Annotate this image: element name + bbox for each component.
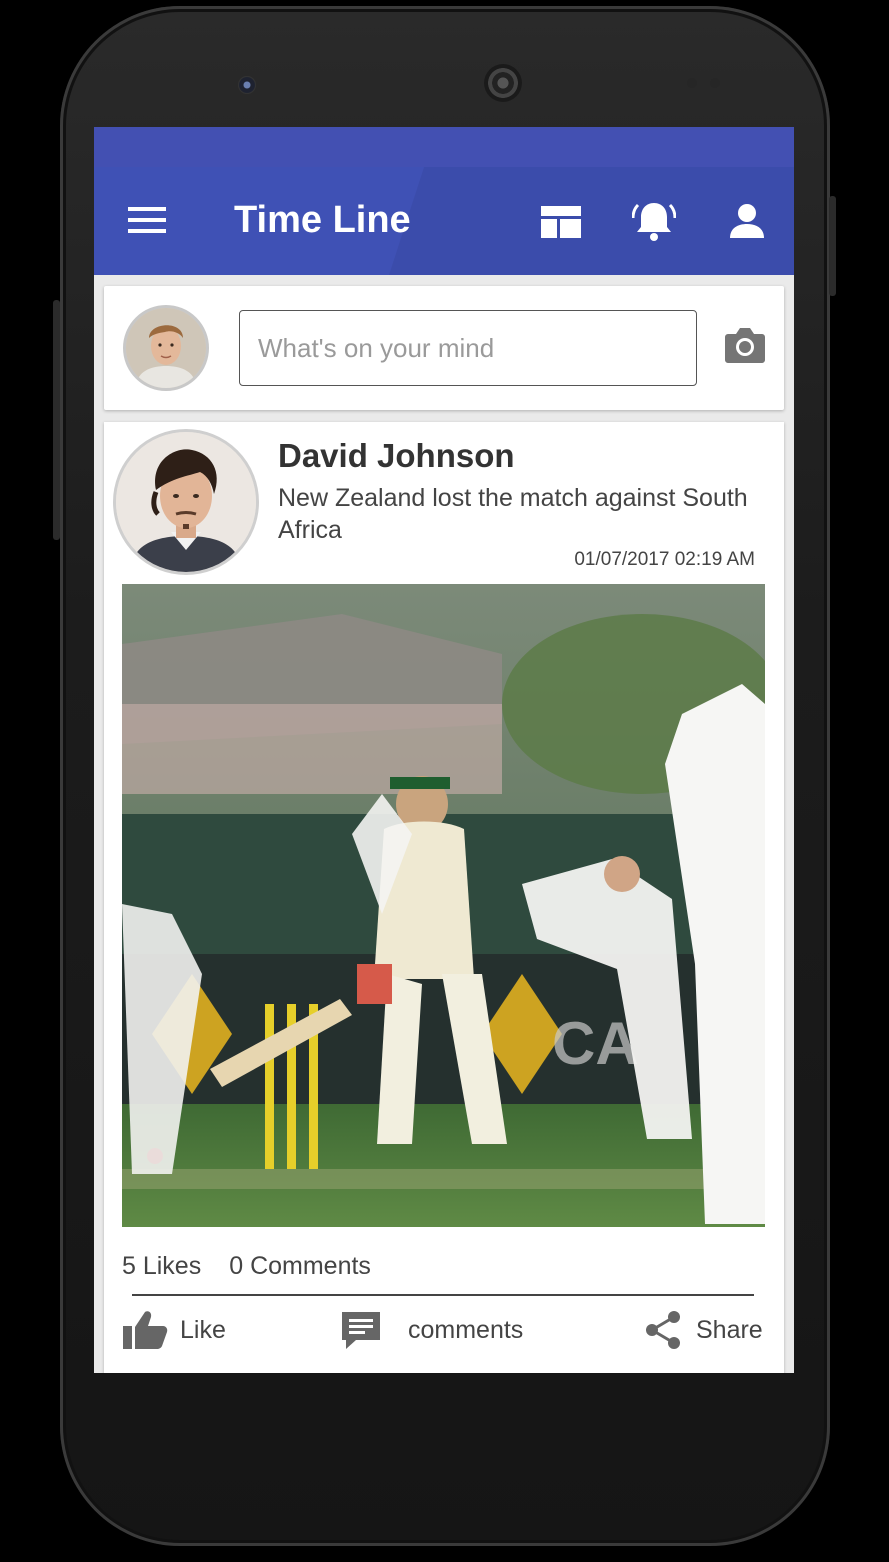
status-composer xyxy=(104,286,784,410)
like-button[interactable]: Like xyxy=(122,1310,226,1350)
current-user-avatar[interactable] xyxy=(123,305,209,391)
status-input[interactable] xyxy=(239,310,697,386)
earpiece-speaker xyxy=(484,64,522,102)
app-screen: Time Line What's on your mind David John… xyxy=(94,127,794,1373)
comments-count[interactable]: 0 Comments xyxy=(229,1252,371,1280)
notification-bell-icon[interactable] xyxy=(632,199,676,243)
power-button xyxy=(53,300,60,540)
post-timestamp: 01/07/2017 02:19 AM xyxy=(574,549,755,570)
post-author-name[interactable]: David Johnson xyxy=(278,437,515,475)
page-title: Time Line xyxy=(234,199,411,241)
share-button[interactable]: Share xyxy=(644,1310,763,1350)
like-label: Like xyxy=(180,1315,226,1344)
post-card: David Johnson New Zealand lost the match… xyxy=(104,422,784,1373)
comments-label: comments xyxy=(408,1315,524,1344)
thumbs-up-icon xyxy=(123,1311,168,1349)
volume-button xyxy=(829,196,836,296)
camera-icon[interactable] xyxy=(724,326,766,364)
share-icon xyxy=(646,1311,680,1349)
status-bar xyxy=(94,127,794,167)
view-dashboard-icon[interactable] xyxy=(540,205,582,239)
likes-count[interactable]: 5 Likes xyxy=(122,1252,201,1280)
light-sensor xyxy=(710,78,720,88)
comments-button[interactable]: comments xyxy=(340,1310,523,1350)
menu-icon[interactable] xyxy=(128,207,166,233)
post-stats: 5 Likes 0 Comments xyxy=(122,1252,399,1281)
post-text: New Zealand lost the match against South… xyxy=(278,484,748,544)
svg-text:CA: CA xyxy=(552,1010,639,1077)
comment-icon xyxy=(342,1312,380,1349)
app-toolbar: Time Line xyxy=(94,167,794,275)
divider xyxy=(132,1294,754,1296)
share-label: Share xyxy=(696,1315,763,1344)
front-camera xyxy=(238,76,256,94)
proximity-sensor xyxy=(687,78,697,88)
account-icon[interactable] xyxy=(728,203,766,239)
author-avatar[interactable] xyxy=(113,429,259,575)
post-photo[interactable]: CA xyxy=(122,584,765,1227)
